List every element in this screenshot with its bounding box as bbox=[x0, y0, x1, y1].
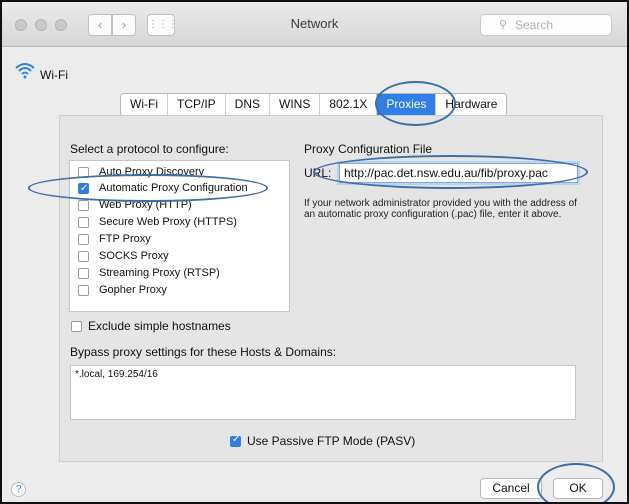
passive-ftp-label: Use Passive FTP Mode (PASV) bbox=[247, 434, 416, 448]
protocol-item[interactable]: Web Proxy (HTTP) bbox=[78, 197, 192, 213]
interface-name: Wi-Fi bbox=[40, 68, 68, 82]
tab-wins[interactable]: WINS bbox=[270, 94, 321, 116]
wifi-icon bbox=[15, 63, 35, 79]
protocol-label: Auto Proxy Discovery bbox=[99, 166, 205, 178]
tab-tcpip[interactable]: TCP/IP bbox=[167, 94, 226, 116]
checkbox[interactable] bbox=[78, 234, 89, 245]
protocol-select-title: Select a protocol to configure: bbox=[70, 142, 229, 156]
protocol-item[interactable]: SOCKS Proxy bbox=[78, 248, 169, 264]
search-icon: ⚲ bbox=[499, 18, 508, 31]
protocol-label: Automatic Proxy Configuration bbox=[99, 182, 248, 194]
exclude-label: Exclude simple hostnames bbox=[88, 319, 231, 333]
title-bar: ‹ › ⋮⋮⋮ Network ⚲ Search bbox=[2, 2, 627, 47]
cancel-button[interactable]: Cancel bbox=[480, 478, 542, 499]
checkbox[interactable] bbox=[78, 217, 89, 228]
tab-wifi[interactable]: Wi-Fi bbox=[121, 94, 168, 116]
protocol-list: Auto Proxy Discovery Automatic Proxy Con… bbox=[69, 160, 290, 312]
protocol-label: Secure Web Proxy (HTTPS) bbox=[99, 216, 237, 228]
protocol-item[interactable]: Streaming Proxy (RTSP) bbox=[78, 265, 220, 281]
tab-proxies[interactable]: Proxies bbox=[377, 94, 437, 116]
help-button[interactable]: ? bbox=[11, 482, 26, 497]
tab-8021x[interactable]: 802.1X bbox=[320, 94, 378, 116]
tab-dns[interactable]: DNS bbox=[225, 94, 270, 116]
protocol-item[interactable]: Secure Web Proxy (HTTPS) bbox=[78, 214, 237, 230]
protocol-label: Streaming Proxy (RTSP) bbox=[99, 267, 220, 279]
checkbox[interactable] bbox=[78, 200, 89, 211]
url-input[interactable]: http://pac.det.nsw.edu.au/fib/proxy.pac bbox=[339, 163, 578, 183]
checkbox[interactable] bbox=[78, 268, 89, 279]
checkbox[interactable] bbox=[78, 285, 89, 296]
checkbox-checked[interactable] bbox=[78, 181, 89, 197]
ok-button[interactable]: OK bbox=[553, 478, 603, 499]
protocol-item[interactable]: Gopher Proxy bbox=[78, 282, 167, 298]
protocol-item[interactable]: FTP Proxy bbox=[78, 231, 151, 247]
network-window: ‹ › ⋮⋮⋮ Network ⚲ Search Wi-Fi Wi-Fi TCP… bbox=[0, 0, 629, 504]
settings-tabs: Wi-Fi TCP/IP DNS WINS 802.1X Proxies Har… bbox=[120, 93, 508, 117]
checkbox[interactable] bbox=[78, 167, 89, 178]
url-label: URL: bbox=[304, 166, 332, 180]
checkbox[interactable] bbox=[71, 321, 82, 332]
protocol-label: SOCKS Proxy bbox=[99, 250, 169, 262]
protocol-label: Gopher Proxy bbox=[99, 284, 167, 296]
protocol-label: FTP Proxy bbox=[99, 233, 151, 245]
checkbox-checked[interactable] bbox=[230, 434, 241, 447]
bypass-title: Bypass proxy settings for these Hosts & … bbox=[70, 345, 337, 359]
protocol-item[interactable]: Auto Proxy Discovery bbox=[78, 164, 204, 180]
checkbox[interactable] bbox=[78, 251, 89, 262]
tab-hardware[interactable]: Hardware bbox=[436, 94, 507, 116]
config-file-title: Proxy Configuration File bbox=[304, 142, 433, 156]
protocol-item[interactable]: Automatic Proxy Configuration bbox=[78, 180, 248, 197]
pac-help-text: If your network administrator provided y… bbox=[304, 198, 577, 220]
search-placeholder: Search bbox=[515, 18, 554, 32]
bypass-textarea[interactable]: *.local, 169.254/16 bbox=[70, 365, 576, 420]
protocol-label: Web Proxy (HTTP) bbox=[99, 199, 192, 211]
search-input[interactable]: ⚲ Search bbox=[480, 14, 612, 36]
